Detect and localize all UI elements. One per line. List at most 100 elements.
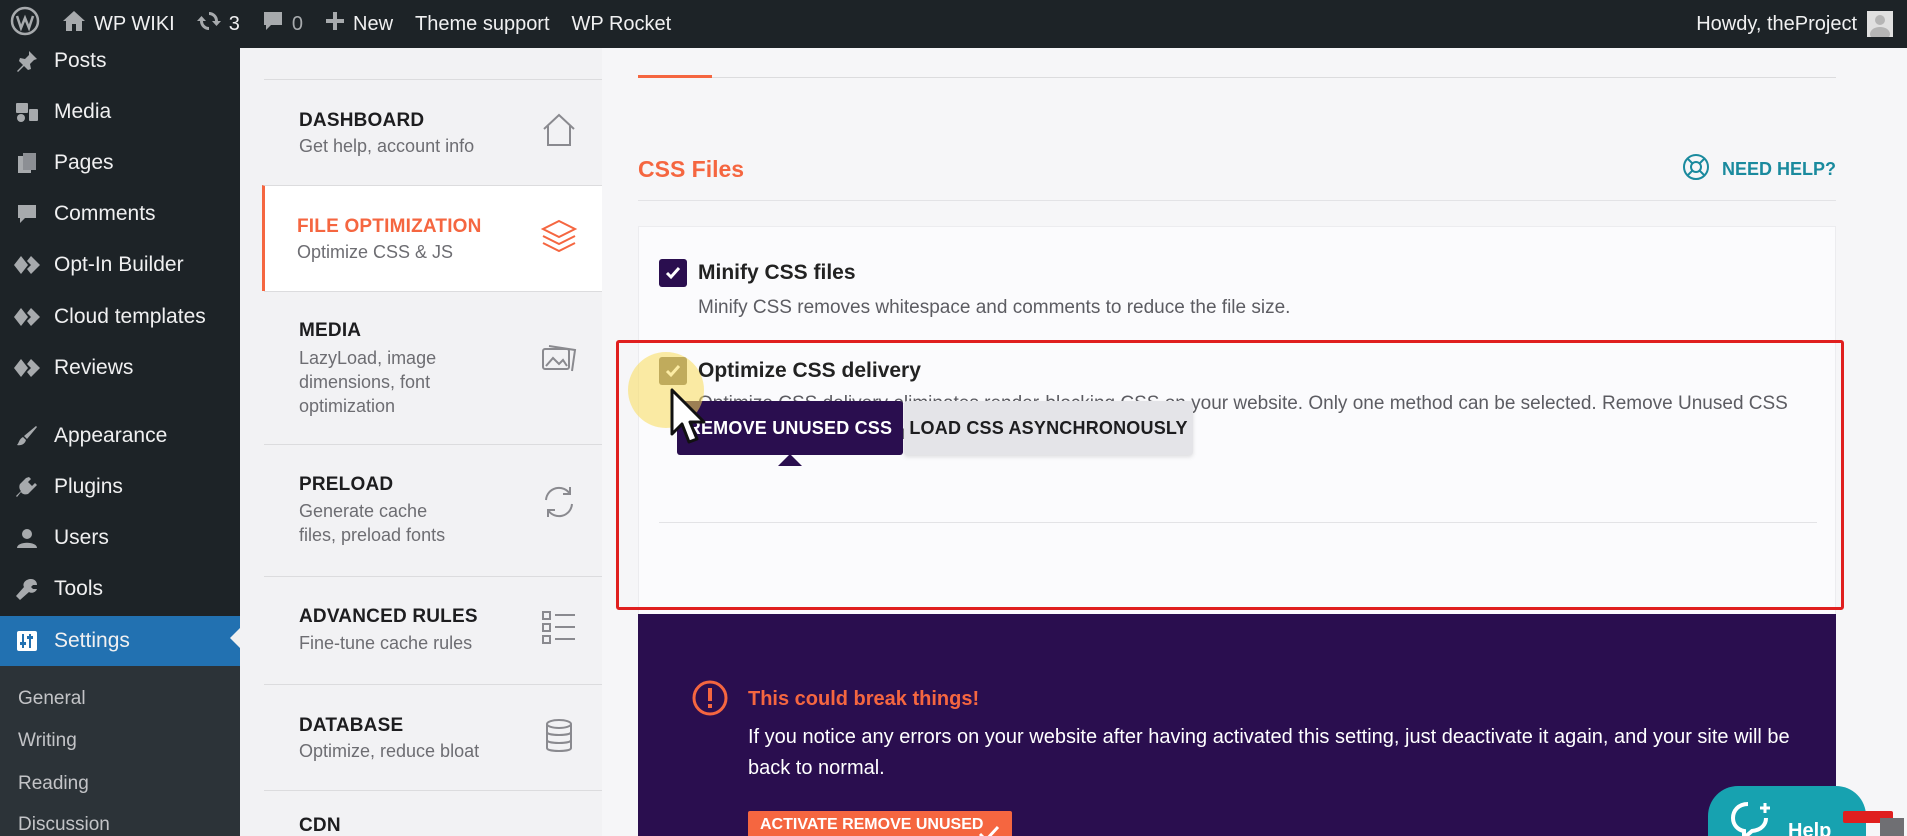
warning-panel: This could break things! If you notice a…: [638, 614, 1836, 836]
activate-remove-unused-css-button[interactable]: ACTIVATE REMOVE UNUSED CSS: [748, 811, 1012, 836]
settings-submenu: General Writing Reading Discussion: [0, 666, 240, 836]
need-help-label: NEED HELP?: [1721, 159, 1836, 179]
menu-item-users[interactable]: Users: [0, 516, 240, 560]
activate-button-label: ACTIVATE REMOVE UNUSED CSS: [760, 816, 984, 836]
new-content-menu[interactable]: New: [314, 0, 404, 48]
menu-item-plugins[interactable]: Plugins: [0, 465, 240, 509]
admin-bar: WP WIKI 3 0 New Theme support WP Rocket …: [0, 0, 1907, 48]
help-widget-label: Help: [1788, 820, 1832, 836]
minify-css-description: Minify CSS removes whitespace and commen…: [698, 297, 1291, 318]
menu-label: Cloud templates: [54, 305, 206, 328]
layers-icon: [540, 218, 578, 256]
wp-rocket-link[interactable]: WP Rocket: [561, 0, 683, 48]
active-tab-indicator: [638, 75, 712, 78]
menu-label: Users: [54, 526, 109, 549]
updates-menu[interactable]: 3: [186, 0, 251, 48]
comment-bubble-icon: [262, 10, 284, 38]
menu-item-reviews[interactable]: Reviews: [0, 346, 240, 390]
diamond-icon: [12, 255, 42, 275]
menu-item-appearance[interactable]: Appearance: [0, 414, 240, 458]
menu-label: Appearance: [54, 424, 168, 447]
rocket-nav-title: DATABASE: [299, 715, 404, 736]
wp-rocket-label: WP Rocket: [571, 12, 672, 35]
rocket-nav-cdn[interactable]: CDN: [264, 790, 602, 836]
rocket-nav-media[interactable]: MEDIA LazyLoad, image dimensions, font o…: [264, 291, 602, 444]
rocket-nav-desc: LazyLoad, image dimensions, font optimiz…: [299, 348, 437, 416]
comments-count: 0: [291, 12, 303, 35]
menu-label: Settings: [54, 629, 130, 652]
comment-icon: [12, 203, 42, 225]
submenu-reading[interactable]: Reading: [18, 773, 89, 795]
rocket-nav-advanced-rules[interactable]: ADVANCED RULES Fine-tune cache rules: [264, 576, 602, 684]
submenu-general[interactable]: General: [18, 688, 86, 710]
rocket-nav-desc: Optimize CSS & JS: [297, 242, 454, 262]
rocket-nav-title: ADVANCED RULES: [299, 606, 478, 627]
rocket-nav-desc: Generate cache files, preload fonts: [299, 501, 446, 545]
rocket-nav-preload[interactable]: PRELOAD Generate cache files, preload fo…: [264, 444, 602, 576]
sliders-icon: [12, 630, 42, 652]
minify-css-label: Minify CSS files: [698, 261, 856, 284]
warning-text: If you notice any errors on your website…: [748, 726, 1790, 779]
rocket-nav-title: MEDIA: [299, 320, 362, 341]
submenu-writing[interactable]: Writing: [18, 730, 77, 752]
need-help-link[interactable]: NEED HELP?: [1682, 153, 1836, 186]
menu-item-tools[interactable]: Tools: [0, 567, 240, 611]
section-title: CSS Files: [638, 156, 745, 182]
menu-label: Reviews: [54, 356, 134, 379]
menu-item-pages[interactable]: Pages: [0, 141, 240, 185]
updates-icon: [196, 9, 221, 39]
theme-support-label: Theme support: [415, 12, 550, 35]
mouse-cursor-icon: [670, 388, 710, 451]
plug-icon: [12, 476, 42, 498]
chat-icon: [1730, 800, 1774, 836]
menu-label: Pages: [54, 151, 114, 174]
section-divider: [638, 200, 1836, 201]
rocket-nav-desc: Fine-tune cache rules: [299, 633, 473, 653]
images-icon: [540, 340, 578, 378]
rocket-nav-file-optimization[interactable]: FILE OPTIMIZATION Optimize CSS & JS: [262, 185, 602, 291]
rocket-nav-title: PRELOAD: [299, 474, 394, 495]
wp-logo-menu[interactable]: [0, 0, 51, 48]
refresh-icon: [540, 483, 578, 521]
pages-icon: [12, 152, 42, 174]
menu-item-settings[interactable]: Settings: [0, 616, 240, 666]
diamond-icon: [12, 358, 42, 378]
tabs-divider: [638, 77, 1836, 78]
checklist-icon: [540, 609, 578, 647]
media-icon: [12, 101, 42, 123]
avatar: [1867, 11, 1893, 37]
site-name-menu[interactable]: WP WIKI: [51, 0, 186, 48]
greeting: Howdy, theProject: [1696, 12, 1857, 35]
submenu-discussion[interactable]: Discussion: [18, 814, 110, 836]
comments-menu[interactable]: 0: [251, 0, 314, 48]
rocket-nav: DASHBOARD Get help, account info FILE OP…: [240, 48, 602, 836]
user-icon: [12, 527, 42, 549]
alert-circle-icon: [692, 680, 728, 721]
check-icon: [665, 267, 681, 280]
updates-count: 3: [228, 12, 240, 35]
pin-icon: [12, 50, 42, 72]
menu-label: Comments: [54, 202, 156, 225]
menu-item-opt-in-builder[interactable]: Opt-In Builder: [0, 243, 240, 287]
brush-icon: [12, 425, 42, 447]
rocket-nav-title: FILE OPTIMIZATION: [297, 216, 482, 237]
lifebuoy-icon: [1682, 153, 1722, 186]
rocket-nav-dashboard[interactable]: DASHBOARD Get help, account info: [264, 79, 602, 185]
rocket-nav-title: DASHBOARD: [299, 110, 425, 131]
rocket-nav-desc: Get help, account info: [299, 136, 475, 156]
menu-item-comments[interactable]: Comments: [0, 192, 240, 236]
menu-label: Media: [54, 100, 112, 123]
rocket-nav-database[interactable]: DATABASE Optimize, reduce bloat: [264, 684, 602, 790]
menu-item-media[interactable]: Media: [0, 90, 240, 134]
minify-css-checkbox[interactable]: [659, 259, 687, 287]
database-icon: [540, 717, 578, 755]
menu-label: Plugins: [54, 475, 123, 498]
home-icon: [62, 10, 86, 38]
diamond-icon: [12, 307, 42, 327]
menu-item-cloud-templates[interactable]: Cloud templates: [0, 295, 240, 339]
site-name: WP WIKI: [94, 12, 175, 35]
plus-icon: [325, 11, 345, 37]
scroll-corner: [1880, 818, 1904, 836]
theme-support-link[interactable]: Theme support: [404, 0, 561, 48]
account-menu[interactable]: Howdy, theProject: [1696, 11, 1907, 37]
